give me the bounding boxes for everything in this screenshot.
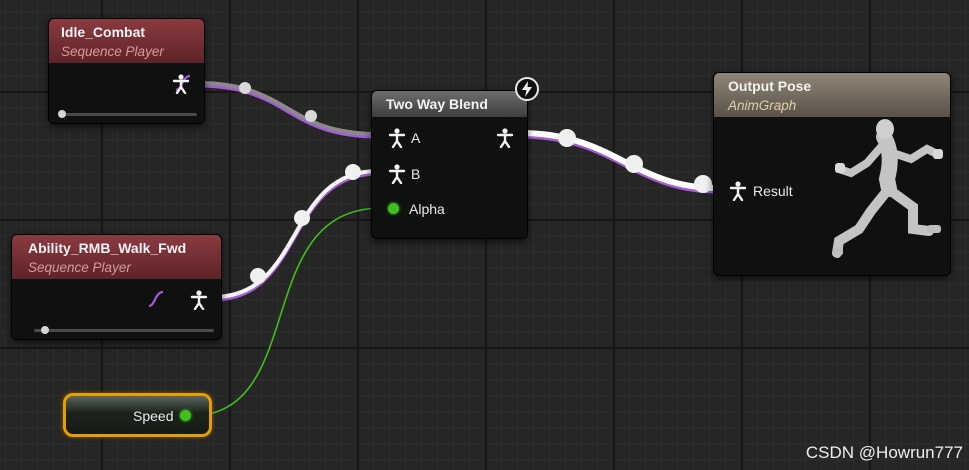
node-title: Idle_Combat xyxy=(61,24,146,40)
wire-idle-to-a-main xyxy=(197,81,379,136)
speed-output-pin-icon[interactable] xyxy=(180,410,191,421)
output-pose-node[interactable]: Output Pose AnimGraph Result xyxy=(713,72,951,276)
node-header: Output Pose AnimGraph xyxy=(714,73,950,117)
lightning-bolt-icon xyxy=(515,77,539,101)
wire-walk-to-b xyxy=(212,169,379,299)
node-subtitle: Sequence Player xyxy=(28,260,131,275)
speed-variable-node[interactable]: Speed xyxy=(63,393,212,437)
node-header: Idle_Combat Sequence Player xyxy=(49,19,204,63)
watermark: CSDN @Howrun777 xyxy=(805,443,963,462)
person-icon[interactable] xyxy=(388,128,406,148)
two-way-blend-node[interactable]: Two Way Blend A B Alpha xyxy=(371,90,528,239)
person-icon[interactable] xyxy=(729,181,747,201)
ability-walk-node[interactable]: Ability_RMB_Walk_Fwd Sequence Player xyxy=(11,234,222,340)
person-icon[interactable] xyxy=(388,164,406,184)
node-title: Output Pose xyxy=(728,78,812,94)
sequence-curve-icon xyxy=(148,290,164,308)
node-title: Two Way Blend xyxy=(386,96,488,112)
person-icon[interactable] xyxy=(190,290,208,310)
node-header: Ability_RMB_Walk_Fwd Sequence Player xyxy=(12,235,221,279)
playback-slider-knob[interactable] xyxy=(58,110,66,118)
node-header: Two Way Blend xyxy=(372,91,527,117)
wire-blend-to-result xyxy=(519,130,719,191)
wire-idle-to-a xyxy=(197,84,379,139)
idle-combat-node[interactable]: Idle_Combat Sequence Player xyxy=(48,18,205,124)
node-title: Ability_RMB_Walk_Fwd xyxy=(28,240,187,256)
pin-result-label: Result xyxy=(753,183,793,199)
speed-label: Speed xyxy=(133,408,174,424)
playback-slider[interactable] xyxy=(59,113,197,116)
person-icon[interactable] xyxy=(496,128,514,148)
mannequin-running-icon xyxy=(832,119,943,258)
person-icon[interactable] xyxy=(172,74,190,94)
pin-alpha-label: Alpha xyxy=(409,201,445,217)
node-subtitle: AnimGraph xyxy=(728,98,797,113)
pin-a-label: A xyxy=(411,130,421,146)
node-subtitle: Sequence Player xyxy=(61,44,164,59)
alpha-bool-pin-icon[interactable] xyxy=(388,203,399,214)
playback-slider[interactable] xyxy=(34,329,214,332)
playback-slider-knob[interactable] xyxy=(41,326,49,334)
pin-b-label: B xyxy=(411,166,421,182)
